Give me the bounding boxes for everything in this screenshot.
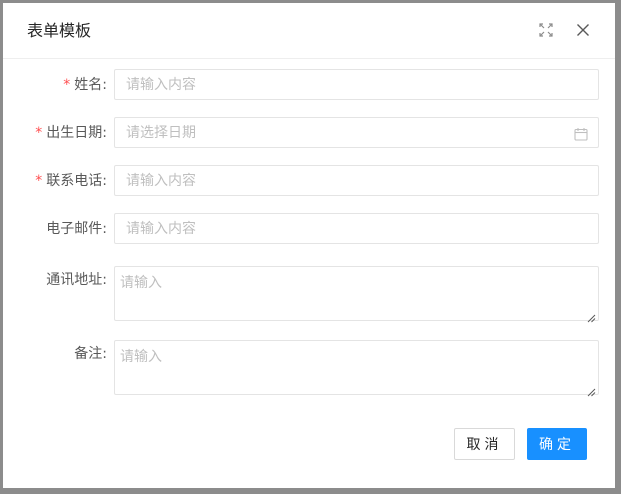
dialog-header: 表单模板 (3, 3, 615, 59)
cancel-button[interactable]: 取消 (454, 428, 515, 460)
phone-label: * 联系电话: (35, 173, 107, 189)
address-textarea[interactable]: 请输入 (114, 266, 599, 323)
email-label: 电子邮件: (46, 221, 107, 237)
resize-grip-icon[interactable] (586, 308, 596, 323)
birthdate-label: * 出生日期: (35, 125, 107, 141)
remarks-textarea[interactable]: 请输入 (114, 340, 599, 397)
birthdate-placeholder: 请选择日期 (126, 125, 196, 141)
close-icon[interactable] (572, 19, 594, 41)
address-label: 通讯地址: (46, 272, 107, 288)
dialog-title: 表单模板 (27, 21, 92, 40)
name-label: * 姓名: (63, 77, 107, 93)
resize-grip-icon[interactable] (586, 382, 596, 397)
email-input-placeholder: 请输入内容 (126, 221, 196, 237)
form-template-dialog: 表单模板 * 姓名: 请输入内容 * 出生日期: 请选择日期 * 联系电话: 请… (3, 3, 615, 488)
remarks-label: 备注: (74, 346, 107, 362)
name-input[interactable]: 请输入内容 (114, 69, 599, 100)
calendar-icon[interactable] (574, 126, 588, 141)
remarks-textarea-placeholder: 请输入 (120, 349, 162, 365)
birthdate-picker[interactable]: 请选择日期 (114, 117, 599, 148)
name-input-placeholder: 请输入内容 (126, 77, 196, 93)
required-mark: * (35, 173, 43, 189)
phone-input-placeholder: 请输入内容 (126, 173, 196, 189)
confirm-button[interactable]: 确定 (527, 428, 587, 460)
maximize-icon[interactable] (535, 19, 557, 41)
required-mark: * (35, 125, 43, 141)
phone-input[interactable]: 请输入内容 (114, 165, 599, 196)
email-input[interactable]: 请输入内容 (114, 213, 599, 244)
required-mark: * (63, 77, 71, 93)
address-textarea-placeholder: 请输入 (120, 275, 162, 291)
